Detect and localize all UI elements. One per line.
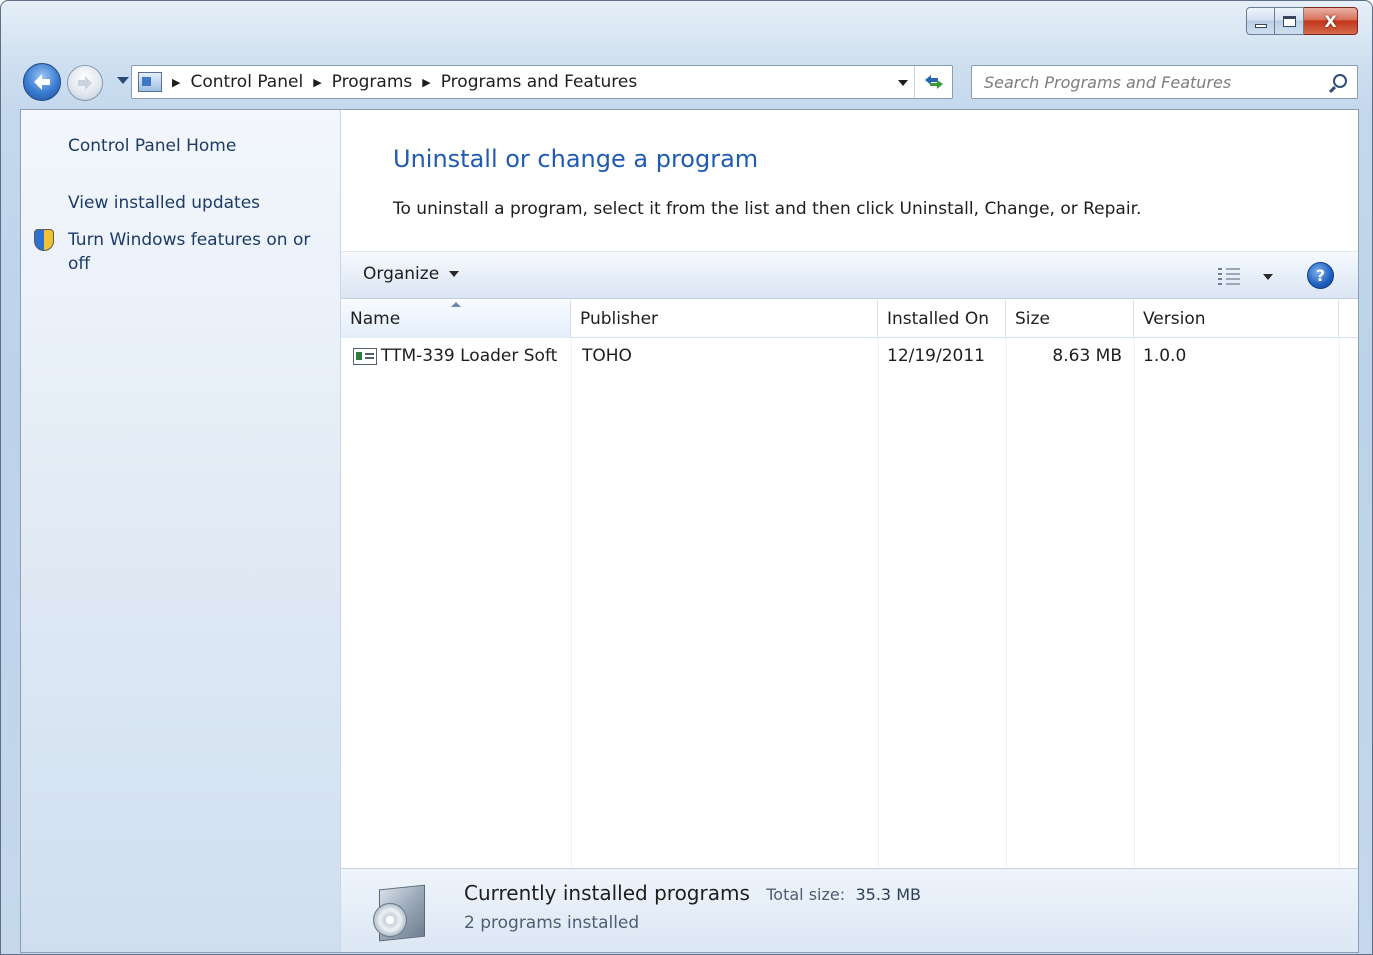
command-bar: Organize ? xyxy=(341,251,1358,299)
minimize-icon xyxy=(1254,24,1267,28)
client-area: Control Panel Home View installed update… xyxy=(20,109,1359,953)
search-box[interactable] xyxy=(971,65,1358,99)
breadcrumb-programs-and-features[interactable]: Programs and Features xyxy=(441,70,637,94)
programs-count: 2 programs installed xyxy=(464,913,640,933)
column-header-version[interactable]: Version xyxy=(1134,300,1339,338)
total-size-label: Total size: xyxy=(766,885,846,904)
address-bar[interactable]: ▶ Control Panel ▶ Programs ▶ Programs an… xyxy=(131,65,953,99)
search-icon[interactable] xyxy=(1333,74,1347,88)
program-name: TTM-339 Loader Soft xyxy=(381,346,558,366)
control-panel-icon xyxy=(138,72,162,92)
programs-list[interactable]: Name Publisher Installed On Size Version xyxy=(341,300,1358,868)
task-pane: Control Panel Home View installed update… xyxy=(21,110,341,952)
details-title: Currently installed programs Total size:… xyxy=(464,881,921,905)
column-label: Size xyxy=(1015,309,1050,329)
page-title: Uninstall or change a program xyxy=(393,145,759,173)
cell-name: TTM-339 Loader Soft xyxy=(353,339,569,373)
column-divider xyxy=(1006,338,1007,868)
column-divider xyxy=(571,338,572,868)
forward-arrow-icon xyxy=(78,76,92,90)
breadcrumb-separator-icon[interactable]: ▶ xyxy=(172,76,180,89)
uac-shield-icon xyxy=(34,229,54,251)
column-header-name[interactable]: Name xyxy=(341,300,571,338)
page-instructions: To uninstall a program, select it from t… xyxy=(393,199,1142,219)
search-input[interactable] xyxy=(984,72,1304,92)
organize-dropdown-icon xyxy=(449,271,460,277)
column-label: Version xyxy=(1143,309,1206,329)
breadcrumb-control-panel[interactable]: Control Panel xyxy=(190,70,303,94)
close-icon: X xyxy=(1324,11,1337,31)
column-divider xyxy=(878,338,879,868)
control-panel-home-link[interactable]: Control Panel Home xyxy=(68,134,236,158)
turn-windows-features-line2: off xyxy=(68,254,91,274)
column-header-publisher[interactable]: Publisher xyxy=(571,300,878,338)
navigation-bar: ▶ Control Panel ▶ Programs ▶ Programs an… xyxy=(23,61,1358,101)
address-dropdown-icon[interactable] xyxy=(898,80,908,86)
column-header-size[interactable]: Size xyxy=(1006,300,1134,338)
change-view-icon[interactable] xyxy=(1218,267,1244,285)
column-label: Installed On xyxy=(887,309,989,329)
programs-and-features-window: X ▶ Control Panel ▶ Programs ▶ Programs … xyxy=(0,0,1373,955)
turn-windows-features-line1: Turn Windows features on or xyxy=(68,230,311,250)
refresh-icon xyxy=(924,75,943,89)
sort-ascending-icon xyxy=(451,302,461,307)
view-installed-updates-link[interactable]: View installed updates xyxy=(68,191,260,215)
organize-label: Organize xyxy=(363,264,440,284)
column-divider xyxy=(1339,338,1340,868)
breadcrumb-programs[interactable]: Programs xyxy=(332,70,413,94)
breadcrumb-separator-icon[interactable]: ▶ xyxy=(313,76,321,89)
list-header: Name Publisher Installed On Size Version xyxy=(341,300,1358,338)
organize-button[interactable]: Organize xyxy=(363,264,460,284)
back-button[interactable] xyxy=(23,63,61,101)
minimize-button[interactable] xyxy=(1246,7,1275,35)
breadcrumb-separator-icon[interactable]: ▶ xyxy=(422,76,430,89)
details-title-text: Currently installed programs xyxy=(464,881,750,905)
maximize-icon xyxy=(1282,15,1296,27)
cell-size: 8.63 MB xyxy=(1052,346,1122,366)
table-row[interactable]: TTM-339 Loader Soft TOHO 12/19/2011 8.63… xyxy=(341,339,1358,373)
forward-button[interactable] xyxy=(67,65,103,101)
caption-buttons: X xyxy=(1246,7,1358,35)
cell-version: 1.0.0 xyxy=(1143,346,1187,366)
close-button[interactable]: X xyxy=(1304,7,1358,35)
column-label: Name xyxy=(350,309,401,329)
recent-pages-dropdown[interactable] xyxy=(117,77,129,84)
cell-installed-on: 12/19/2011 xyxy=(887,346,985,366)
maximize-button[interactable] xyxy=(1275,7,1304,35)
turn-windows-features-link[interactable]: Turn Windows features on or off xyxy=(68,228,310,276)
refresh-button[interactable] xyxy=(914,66,952,98)
details-pane: Currently installed programs Total size:… xyxy=(341,868,1358,952)
installed-programs-icon xyxy=(371,877,429,943)
total-size-value: 35.3 MB xyxy=(855,885,921,904)
column-header-installed-on[interactable]: Installed On xyxy=(878,300,1006,338)
main-pane: Uninstall or change a program To uninsta… xyxy=(341,110,1358,952)
back-arrow-icon xyxy=(34,74,50,90)
help-icon[interactable]: ? xyxy=(1307,262,1334,289)
program-icon xyxy=(353,347,377,365)
cell-publisher: TOHO xyxy=(582,346,632,366)
column-label: Publisher xyxy=(580,309,659,329)
view-options-dropdown-icon[interactable] xyxy=(1263,274,1273,280)
column-divider xyxy=(1134,338,1135,868)
